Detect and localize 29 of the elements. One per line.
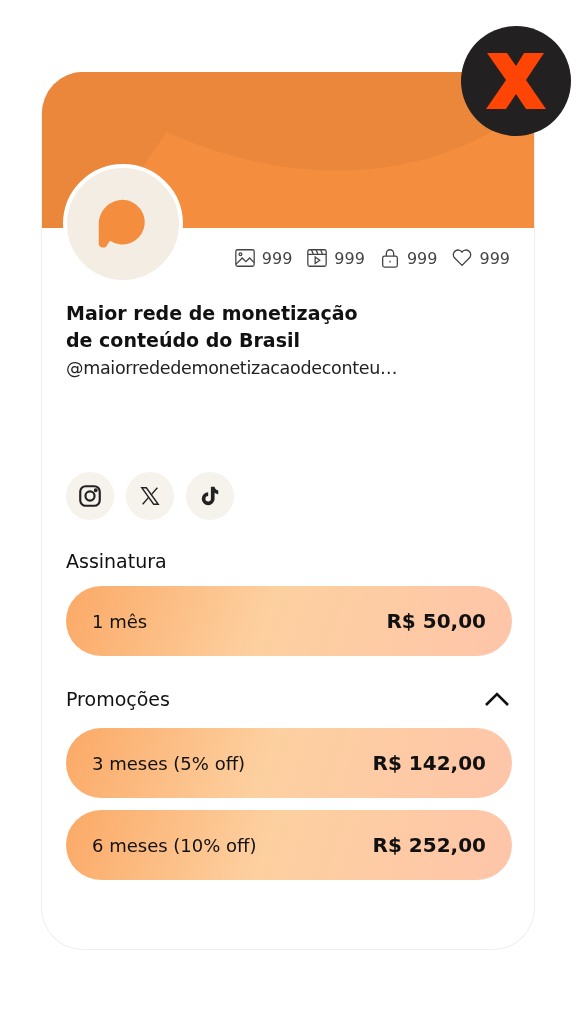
- plan-button[interactable]: 1 mês R$ 50,00: [66, 586, 512, 656]
- instagram-button[interactable]: [66, 472, 114, 520]
- profile-name: Maior rede de monetização: [66, 301, 359, 326]
- instagram-icon: [77, 483, 103, 509]
- profile-handle: @maiorrededemonetizacaodeconteu…: [66, 358, 399, 378]
- section-title: Promoções: [66, 688, 170, 710]
- profile-name: de conteúdo do Brasil: [66, 328, 301, 353]
- x-icon: [139, 485, 161, 507]
- stat-count: 999: [334, 248, 365, 268]
- plan-label: 6 meses (10% off): [92, 834, 257, 856]
- stat-count: 999: [406, 248, 438, 268]
- plan-label: 1 mês: [92, 610, 148, 632]
- plan-button[interactable]: 6 meses (10% off) R$ 252,00: [66, 810, 512, 880]
- tiktok-icon: [199, 485, 221, 507]
- stat-count: 999: [479, 248, 510, 268]
- section-title: Assinatura: [66, 550, 168, 572]
- image-icon: [233, 247, 256, 269]
- plan-price: R$ 252,00: [372, 833, 486, 857]
- chevron-icon[interactable]: [484, 691, 510, 707]
- x-button[interactable]: [126, 472, 174, 520]
- stat-count: 999: [261, 248, 293, 268]
- plan-price: R$ 50,00: [386, 609, 486, 633]
- close-icon: [485, 53, 547, 109]
- video-icon: [306, 247, 329, 269]
- plan-price: R$ 142,00: [372, 751, 486, 775]
- tiktok-button[interactable]: [186, 472, 234, 520]
- plan-label: 3 meses (5% off): [92, 752, 246, 774]
- heart-icon: [451, 247, 474, 269]
- plan-button[interactable]: 3 meses (5% off) R$ 142,00: [66, 728, 512, 798]
